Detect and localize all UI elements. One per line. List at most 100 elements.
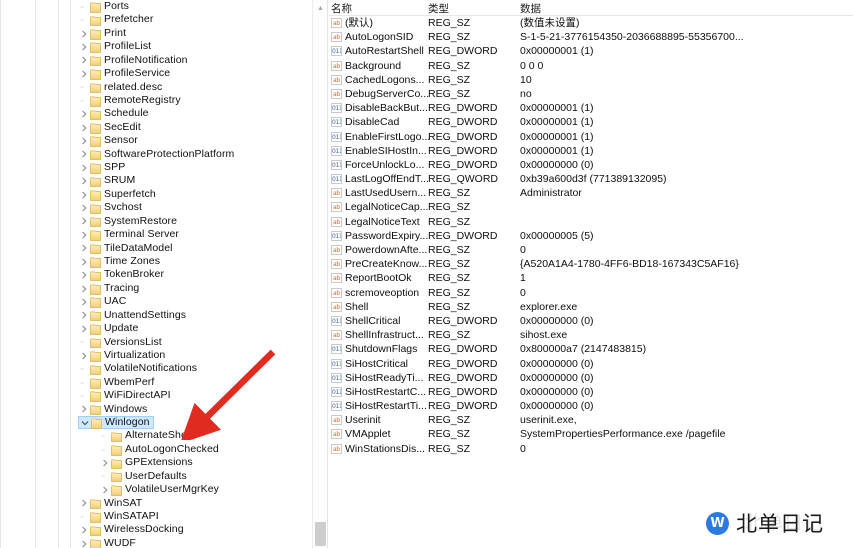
tree-item-virtualization[interactable]: Virtualization: [0, 349, 312, 362]
tree-item-wudf[interactable]: WUDF: [0, 537, 312, 548]
value-row[interactable]: 011 ForceUnlockLo... REG_DWORD 0x00000000 (…: [329, 158, 853, 172]
tree-item-hit-area[interactable]: WinSAT: [78, 497, 145, 510]
value-row[interactable]: ab WinStationsDis... REG_SZ 0: [329, 442, 853, 456]
value-row[interactable]: ab scremoveoption REG_SZ 0: [329, 286, 853, 300]
chevron-right-icon[interactable]: [78, 524, 89, 537]
chevron-right-icon[interactable]: [78, 295, 89, 308]
tree-item-volatileusermgrkey[interactable]: VolatileUserMgrKey: [0, 483, 312, 496]
tree-item-hit-area[interactable]: VolatileNotifications: [78, 362, 200, 376]
chevron-right-icon[interactable]: [78, 148, 89, 161]
column-header-data[interactable]: 数据: [520, 1, 541, 16]
chevron-right-icon[interactable]: [78, 175, 89, 188]
tree-item-hit-area[interactable]: GPExtensions: [99, 456, 196, 470]
value-row[interactable]: 011 DisableCad REG_DWORD 0x00000001 (1): [329, 115, 853, 129]
tree-item-hit-area[interactable]: Schedule: [78, 107, 152, 121]
tree-item-hit-area[interactable]: Superfetch: [78, 188, 159, 201]
tree-item-hit-area[interactable]: RemoteRegistry: [78, 94, 184, 107]
value-row[interactable]: ab ReportBootOk REG_SZ 1: [329, 271, 853, 285]
value-row[interactable]: ab PreCreateKnow... REG_SZ {A520A1A4-1780-4…: [329, 257, 853, 271]
tree-item-ports[interactable]: Ports: [0, 0, 312, 13]
value-row[interactable]: ab LastUsedUsern... REG_SZ Administrator: [329, 186, 853, 200]
tree-item-hit-area[interactable]: related.desc: [78, 81, 165, 94]
tree-item-hit-area[interactable]: AlternateShells: [99, 429, 200, 443]
tree-item-svchost[interactable]: Svchost: [0, 201, 312, 215]
tree-item-hit-area[interactable]: Update: [78, 322, 141, 335]
chevron-right-icon[interactable]: [78, 27, 89, 40]
value-row[interactable]: 011 ShutdownFlags REG_DWORD 0x800000a7 (214…: [329, 342, 853, 356]
tree-item-hit-area[interactable]: ProfileService: [78, 67, 173, 80]
value-row[interactable]: ab LegalNoticeText REG_SZ: [329, 215, 853, 229]
tree-item-schedule[interactable]: Schedule: [0, 107, 312, 121]
tree-item-wifidirectapi[interactable]: WiFiDirectAPI: [0, 389, 312, 402]
chevron-right-icon[interactable]: [78, 269, 89, 282]
tree-item-hit-area[interactable]: UAC: [78, 295, 129, 308]
tree-item-hit-area[interactable]: SRUM: [78, 174, 138, 188]
tree-item-hit-area[interactable]: Terminal Server: [78, 228, 182, 241]
chevron-right-icon[interactable]: [78, 161, 89, 174]
value-row[interactable]: 011 SiHostCritical REG_DWORD 0x00000000 (0): [329, 357, 853, 371]
value-row[interactable]: ab Background REG_SZ 0 0 0: [329, 59, 853, 73]
tree-item-hit-area[interactable]: VolatileUserMgrKey: [99, 483, 222, 496]
tree-item-hit-area[interactable]: SoftwareProtectionPlatform: [78, 148, 237, 161]
scrollbar-thumb[interactable]: [315, 522, 326, 546]
tree-item-winlogon[interactable]: Winlogon: [0, 416, 312, 430]
tree-item-profilenotification[interactable]: ProfileNotification: [0, 54, 312, 67]
chevron-right-icon[interactable]: [78, 322, 89, 335]
tree-item-hit-area[interactable]: SecEdit: [78, 121, 144, 134]
chevron-right-icon[interactable]: [78, 537, 89, 548]
chevron-right-icon[interactable]: [78, 108, 89, 121]
tree-item-hit-area[interactable]: UnattendSettings: [78, 309, 189, 322]
tree-item-wbemperf[interactable]: WbemPerf: [0, 376, 312, 389]
tree-item-hit-area[interactable]: ProfileList: [78, 40, 154, 53]
tree-item-srum[interactable]: SRUM: [0, 174, 312, 188]
tree-item-hit-area[interactable]: VersionsList: [78, 336, 165, 349]
value-row[interactable]: ab AutoLogonSID REG_SZ S-1-5-21-3776154350-…: [329, 30, 853, 44]
tree-item-profilelist[interactable]: ProfileList: [0, 40, 312, 53]
tree-item-winsatapi[interactable]: WinSATAPI: [0, 510, 312, 523]
chevron-right-icon[interactable]: [78, 497, 89, 510]
chevron-right-icon[interactable]: [78, 121, 89, 134]
value-row[interactable]: 011 SiHostReadyTi... REG_DWORD 0x00000000 (…: [329, 371, 853, 385]
chevron-right-icon[interactable]: [78, 349, 89, 362]
tree-item-alternateshells[interactable]: AlternateShells: [0, 429, 312, 443]
chevron-right-icon[interactable]: [78, 403, 89, 416]
tree-item-spp[interactable]: SPP: [0, 161, 312, 174]
tree-item-superfetch[interactable]: Superfetch: [0, 188, 312, 201]
value-row[interactable]: 011 DisableBackBut... REG_DWORD 0x00000001 …: [329, 101, 853, 115]
chevron-right-icon[interactable]: [78, 67, 89, 80]
tree-item-sensor[interactable]: Sensor: [0, 134, 312, 147]
tree-item-prefetcher[interactable]: Prefetcher: [0, 13, 312, 27]
tree-item-systemrestore[interactable]: SystemRestore: [0, 215, 312, 228]
value-row[interactable]: 011 EnableSIHostIn... REG_DWORD 0x00000001 …: [329, 144, 853, 158]
chevron-right-icon[interactable]: [78, 188, 89, 201]
value-row[interactable]: 011 SiHostRestartC... REG_DWORD 0x00000000 …: [329, 385, 853, 399]
tree-item-userdefaults[interactable]: UserDefaults: [0, 470, 312, 483]
tree-item-winsat[interactable]: WinSAT: [0, 497, 312, 510]
tree-item-terminal-server[interactable]: Terminal Server: [0, 228, 312, 241]
tree-item-wirelessdocking[interactable]: WirelessDocking: [0, 523, 312, 537]
tree-item-unattendsettings[interactable]: UnattendSettings: [0, 309, 312, 322]
tree-item-tracing[interactable]: Tracing: [0, 282, 312, 295]
chevron-right-icon[interactable]: [78, 242, 89, 255]
chevron-right-icon[interactable]: [78, 134, 89, 147]
tree-item-windows[interactable]: Windows: [0, 403, 312, 416]
tree-item-tiledatamodel[interactable]: TileDataModel: [0, 242, 312, 255]
tree-item-hit-area[interactable]: Winlogon: [78, 416, 154, 430]
chevron-right-icon[interactable]: [99, 457, 110, 470]
value-row[interactable]: ab Userinit REG_SZ userinit.exe,: [329, 413, 853, 427]
tree-item-hit-area[interactable]: Tracing: [78, 282, 142, 295]
chevron-right-icon[interactable]: [99, 483, 110, 496]
tree-item-hit-area[interactable]: SPP: [78, 161, 128, 174]
chevron-right-icon[interactable]: [78, 54, 89, 67]
value-row[interactable]: ab LegalNoticeCap... REG_SZ: [329, 200, 853, 214]
tree-vertical-scrollbar[interactable]: ▲: [312, 0, 328, 548]
tree-item-hit-area[interactable]: ProfileNotification: [78, 54, 191, 67]
tree-item-versionslist[interactable]: VersionsList: [0, 336, 312, 349]
tree-item-hit-area[interactable]: WbemPerf: [78, 376, 157, 389]
tree-item-hit-area[interactable]: Ports: [78, 0, 132, 13]
value-row[interactable]: ab ShellInfrastruct... REG_SZ sihost.exe: [329, 328, 853, 342]
value-row[interactable]: 011 AutoRestartShell REG_DWORD 0x00000001 (…: [329, 44, 853, 58]
chevron-right-icon[interactable]: [78, 282, 89, 295]
tree-item-hit-area[interactable]: Svchost: [78, 201, 145, 215]
value-row[interactable]: ab VMApplet REG_SZ SystemPropertiesPerforma…: [329, 427, 853, 441]
